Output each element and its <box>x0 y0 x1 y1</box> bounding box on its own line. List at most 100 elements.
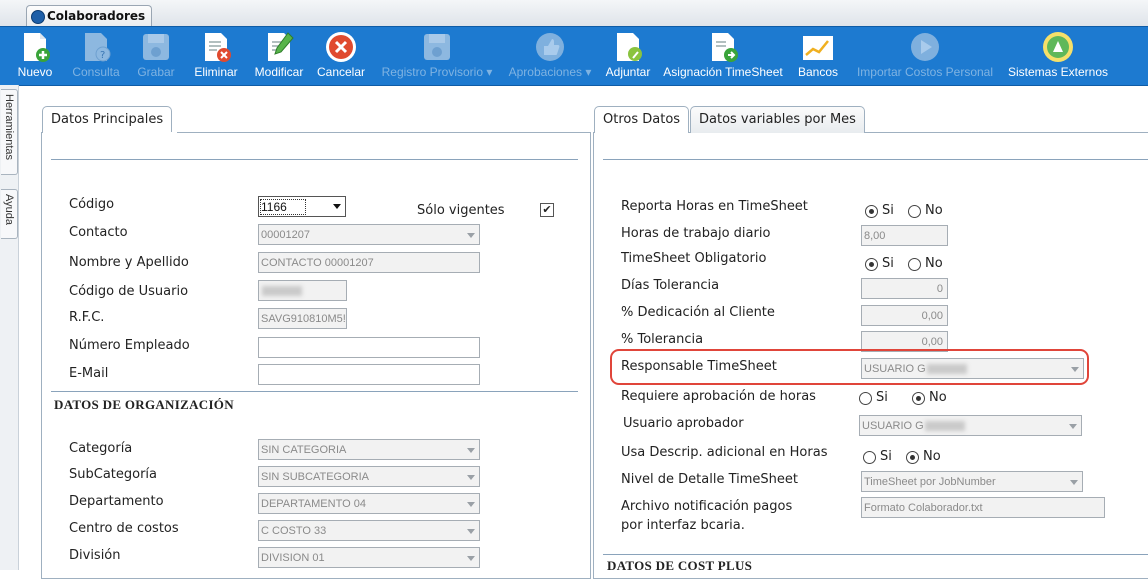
contacto-select[interactable]: 00001207 <box>258 224 480 245</box>
dedicacion-field[interactable]: 0,00 <box>861 305 948 326</box>
adjuntar-label: Adjuntar <box>605 65 651 79</box>
obligatorio-no-label: No <box>925 256 943 271</box>
departamento-select[interactable]: DEPARTAMENTO 04 <box>258 493 480 514</box>
email-label: E-Mail <box>69 366 109 381</box>
checkmark-icon: ✔ <box>542 203 552 216</box>
archivo-notificacion-label-2: por interfaz bcaria. <box>621 518 745 533</box>
divider <box>603 554 1148 555</box>
document-tab[interactable]: Colaboradores <box>26 5 153 27</box>
archivo-notificacion-value: Formato Colaborador.txt <box>864 502 983 514</box>
consulta-button[interactable]: ? Consulta <box>68 27 124 85</box>
categoria-select[interactable]: SIN CATEGORIA <box>258 439 480 460</box>
importar-costos-button[interactable]: Importar Costos Personal <box>852 27 998 85</box>
delete-document-icon <box>205 33 231 62</box>
sistemas-externos-button[interactable]: Sistemas Externos <box>1004 27 1112 85</box>
requiere-aprobacion-label: Requiere aprobación de horas <box>621 389 816 404</box>
requiere-no-radio[interactable] <box>912 392 925 405</box>
nivel-detalle-select[interactable]: TimeSheet por JobNumber <box>861 471 1083 492</box>
cancel-icon <box>326 32 356 62</box>
dias-tolerancia-field[interactable]: 0 <box>861 278 948 299</box>
usuario-aprobador-value: USUARIO G <box>862 420 924 432</box>
departamento-label: Departamento <box>69 494 164 509</box>
centro-costos-select[interactable]: C COSTO 33 <box>258 520 480 541</box>
bancos-label: Bancos <box>797 65 839 79</box>
requiere-si-label: Si <box>876 390 888 405</box>
codigo-label: Código <box>69 197 115 212</box>
tolerancia-value: 0,00 <box>921 336 943 348</box>
registro-provisorio-button[interactable]: Registro Provisorio ▾ <box>376 27 498 85</box>
numero-empleado-field[interactable] <box>258 337 480 358</box>
herramientas-tab[interactable]: Herramientas <box>1 89 18 175</box>
descrip-si-radio[interactable] <box>863 451 876 464</box>
tab-otros-datos[interactable]: Otros Datos <box>594 106 690 133</box>
obligatorio-no-radio[interactable] <box>908 258 921 271</box>
datos-organizacion-heading: DATOS DE ORGANIZACIÓN <box>54 397 234 412</box>
nuevo-button[interactable]: Nuevo <box>12 27 58 85</box>
horas-trabajo-label: Horas de trabajo diario <box>621 226 771 241</box>
cancelar-button[interactable]: Cancelar <box>314 27 368 85</box>
asignacion-timesheet-button[interactable]: Asignación TimeSheet <box>660 27 786 85</box>
asignacion-timesheet-label: Asignación TimeSheet <box>663 65 783 79</box>
dedicacion-value: 0,00 <box>921 310 943 322</box>
play-icon <box>911 33 939 61</box>
codigo-usuario-field[interactable] <box>258 280 347 301</box>
divider <box>51 391 578 392</box>
horas-trabajo-value: 8,00 <box>864 230 886 242</box>
ayuda-label: Ayuda <box>3 194 15 225</box>
chevron-down-icon <box>467 233 475 238</box>
contacto-label: Contacto <box>69 225 128 240</box>
solo-vigentes-checkbox[interactable]: ✔ <box>540 203 554 217</box>
rfc-value: SAVG910810M5! <box>261 313 346 325</box>
reporta-no-radio[interactable] <box>908 205 921 218</box>
grabar-button[interactable]: Grabar <box>132 27 180 85</box>
modificar-button[interactable]: Modificar <box>250 27 308 85</box>
reporta-horas-label: Reporta Horas en TimeSheet <box>621 199 808 214</box>
chart-icon <box>803 36 833 60</box>
horas-trabajo-field[interactable]: 8,00 <box>861 225 948 246</box>
reporta-si-radio[interactable] <box>865 205 878 218</box>
eliminar-button[interactable]: Eliminar <box>190 27 242 85</box>
archivo-notificacion-field[interactable]: Formato Colaborador.txt <box>861 497 1105 518</box>
obligatorio-si-radio[interactable] <box>865 258 878 271</box>
modificar-label: Modificar <box>254 65 304 79</box>
bancos-button[interactable]: Bancos <box>794 27 842 85</box>
subcategoria-select[interactable]: SIN SUBCATEGORIA <box>258 466 480 487</box>
responsable-timesheet-select[interactable]: USUARIO G <box>861 358 1084 379</box>
numero-empleado-label: Número Empleado <box>69 338 190 353</box>
tab-join <box>595 132 688 134</box>
requiere-si-radio[interactable] <box>859 392 872 405</box>
reporta-si-label: Si <box>882 203 894 218</box>
divider <box>603 159 1148 160</box>
usa-descrip-label: Usa Descrip. adicional en Horas <box>621 445 828 460</box>
codigo-select[interactable]: 1166 <box>258 196 346 217</box>
blurred-value <box>924 421 965 432</box>
tab-datos-principales[interactable]: Datos Principales <box>42 106 173 133</box>
rfc-label: R.F.C. <box>69 310 105 325</box>
datos-cost-plus-heading: DATOS DE COST PLUS <box>607 558 753 573</box>
adjuntar-button[interactable]: Adjuntar <box>600 27 656 85</box>
obligatorio-si-label: Si <box>882 256 894 271</box>
divider <box>51 159 578 160</box>
rfc-field[interactable]: SAVG910810M5! <box>258 308 347 329</box>
ayuda-tab[interactable]: Ayuda <box>1 189 18 239</box>
tab-datos-variables[interactable]: Datos variables por Mes <box>690 106 865 133</box>
responsable-timesheet-label: Responsable TimeSheet <box>621 359 777 374</box>
query-icon: ? <box>85 33 111 62</box>
nombre-value: CONTACTO 00001207 <box>261 257 374 269</box>
save-disk-icon <box>424 34 450 60</box>
chevron-down-icon <box>1071 367 1079 372</box>
codigo-value: 1166 <box>260 199 306 215</box>
app-icon <box>31 10 45 24</box>
contacto-value: 00001207 <box>261 229 310 241</box>
descrip-no-radio[interactable] <box>906 451 919 464</box>
email-field[interactable] <box>258 364 480 385</box>
division-value: DIVISION 01 <box>261 552 325 564</box>
aprobaciones-label: Aprobaciones ▾ <box>508 65 592 79</box>
nombre-field[interactable]: CONTACTO 00001207 <box>258 252 480 273</box>
importar-costos-label: Importar Costos Personal <box>856 65 994 79</box>
aprobaciones-button[interactable]: Aprobaciones ▾ <box>506 27 594 85</box>
solo-vigentes-label: Sólo vigentes <box>417 203 505 218</box>
division-select[interactable]: DIVISION 01 <box>258 547 480 568</box>
usuario-aprobador-select[interactable]: USUARIO G <box>859 415 1082 436</box>
tab-otros-datos-label: Otros Datos <box>603 112 681 127</box>
